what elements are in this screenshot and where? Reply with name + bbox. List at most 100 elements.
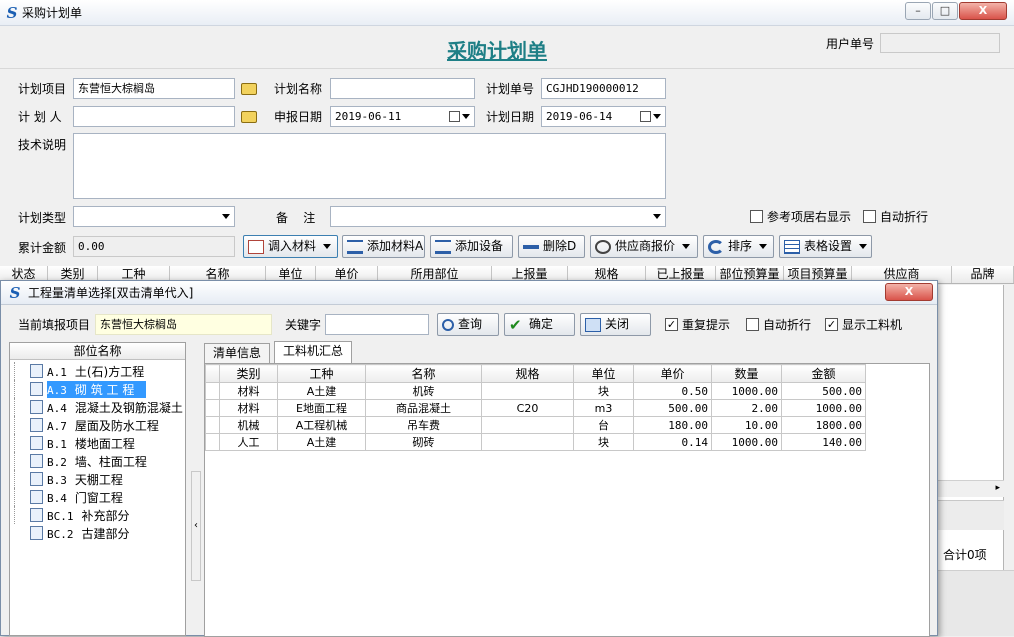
dialog-titlebar[interactable]: S 工程量清单选择[双击清单代入] X (1, 281, 937, 305)
plan-type-select[interactable] (73, 206, 235, 227)
table-settings-label: 表格设置 (804, 239, 853, 253)
query-button[interactable]: 查询 (437, 313, 499, 336)
add-material-button[interactable]: 添加材料A (342, 235, 425, 258)
supplier-quote-label: 供应商报价 (615, 239, 676, 253)
chevron-down-icon[interactable] (653, 214, 661, 219)
tree-item[interactable]: B.4 门窗工程 (14, 488, 185, 506)
window-titlebar[interactable]: S 采购计划单 – □ X (0, 0, 1014, 26)
main-auto-wrap-checkbox[interactable] (863, 210, 876, 223)
plan-name-field[interactable] (330, 78, 475, 99)
pick-planner-icon[interactable] (241, 111, 257, 123)
main-col-brand[interactable]: 品牌 (952, 266, 1014, 283)
plan-date-field[interactable]: 2019-06-14 (541, 106, 666, 127)
right-footer-band (938, 500, 1004, 530)
calendar-icon[interactable] (449, 111, 460, 122)
chevron-down-icon[interactable] (462, 114, 470, 119)
tree-item[interactable]: BC.1 补充部分 (14, 506, 185, 524)
col-trade[interactable]: 工种 (277, 364, 366, 383)
scroll-right-icon[interactable]: ▸ (995, 483, 1000, 493)
add-equipment-button[interactable]: 添加设备 (430, 235, 513, 258)
plan-date-label: 计划日期 (486, 110, 535, 124)
col-spec[interactable]: 规格 (481, 364, 574, 383)
tree-item-code: B.1 (47, 437, 67, 451)
delete-button[interactable]: 删除D (518, 235, 585, 258)
dialog-auto-wrap-checkbox[interactable] (746, 318, 759, 331)
table-row[interactable]: 机械 A工程机械 吊车费 台 180.00 10.00 1800.00 (205, 416, 866, 434)
tree-item[interactable]: B.3 天棚工程 (14, 470, 185, 488)
import-material-label: 调入材料 (268, 239, 317, 253)
tree-item[interactable]: A.1 土(石)方工程 (14, 362, 185, 380)
plan-project-field[interactable]: 东营恒大棕榈岛 (73, 78, 235, 99)
show-material-checkbox[interactable]: ✓ (825, 318, 838, 331)
dialog-close-text-button[interactable]: 关闭 (580, 313, 651, 336)
document-icon (30, 436, 43, 450)
close-button[interactable]: X (959, 2, 1007, 20)
table-settings-button[interactable]: 表格设置 (779, 235, 872, 258)
keyword-input[interactable] (325, 314, 429, 335)
table-row[interactable]: 材料 E地面工程 商品混凝土 C20 m3 500.00 2.00 1000.0… (205, 399, 866, 417)
calendar-icon[interactable] (640, 111, 651, 122)
col-category[interactable]: 类别 (219, 364, 278, 383)
cell-qty: 2.00 (711, 399, 782, 417)
repeat-hint-checkbox[interactable]: ✓ (665, 318, 678, 331)
tree-item[interactable]: BC.2 古建部分 (14, 524, 185, 542)
tree-line (14, 488, 30, 506)
tree-item[interactable]: B.1 楼地面工程 (14, 434, 185, 452)
part-tree-panel[interactable]: 部位名称 A.1 土(石)方工程 A.3 砌 筑 工 程 A.4 混凝土及钢筋混凝土 … (9, 342, 186, 636)
supplier-quote-button[interactable]: 供应商报价 (590, 235, 698, 258)
chevron-down-icon[interactable] (222, 214, 230, 219)
chevron-down-icon[interactable] (653, 114, 661, 119)
collapse-left-icon[interactable]: ‹ (194, 520, 198, 531)
document-icon (30, 472, 43, 486)
sort-button[interactable]: 排序 (703, 235, 774, 258)
boq-selection-dialog[interactable]: S 工程量清单选择[双击清单代入] X 当前填报项目 东营恒大棕榈岛 关键字 查… (0, 280, 938, 637)
tree-item[interactable]: A.7 屋面及防水工程 (14, 416, 185, 434)
tree-item-selected[interactable]: A.3 砌 筑 工 程 (14, 380, 185, 398)
row-indicator (205, 382, 220, 400)
ref-right-checkbox[interactable] (750, 210, 763, 223)
dialog-auto-wrap-label: 自动折行 (763, 318, 812, 332)
material-table-panel[interactable]: 类别 工种 名称 规格 单位 单价 数量 金额 材料 A土建 机砖 块 0.50… (204, 363, 930, 637)
remark-select[interactable] (330, 206, 666, 227)
tree-item[interactable]: B.2 墙、柱面工程 (14, 452, 185, 470)
report-date-field[interactable]: 2019-06-11 (330, 106, 475, 127)
minus-icon (523, 244, 539, 249)
col-price[interactable]: 单价 (633, 364, 712, 383)
tree-item-code: B.4 (47, 491, 67, 505)
user-no-field[interactable] (880, 33, 1000, 53)
cell-trade: A土建 (277, 382, 366, 400)
tab-material-summary[interactable]: 工料机汇总 (274, 341, 353, 363)
splitter-handle[interactable]: ‹ (191, 471, 201, 581)
list-add-icon (435, 239, 451, 254)
col-qty[interactable]: 数量 (711, 364, 782, 383)
tree-item-name: 古建部分 (81, 526, 130, 541)
cell-qty: 1000.00 (711, 382, 782, 400)
main-grid-hscroll[interactable]: ▸ (938, 480, 1004, 497)
confirm-label: 确定 (529, 317, 554, 331)
tree-line (14, 416, 30, 434)
tree-item-code: A.7 (47, 419, 67, 433)
dialog-close-button[interactable]: X (885, 283, 933, 301)
planner-field[interactable] (73, 106, 235, 127)
table-row[interactable]: 人工 A土建 砌砖 块 0.14 1000.00 140.00 (205, 433, 866, 451)
pick-project-icon[interactable] (241, 83, 257, 95)
col-amount[interactable]: 金额 (781, 364, 866, 383)
maximize-button[interactable]: □ (932, 2, 958, 20)
tree-item[interactable]: A.4 混凝土及钢筋混凝土 (14, 398, 185, 416)
table-row[interactable]: 材料 A土建 机砖 块 0.50 1000.00 500.00 (205, 382, 866, 400)
tree-line (14, 452, 30, 470)
col-unit[interactable]: 单位 (573, 364, 634, 383)
import-material-button[interactable]: 调入材料 (243, 235, 338, 258)
check-icon: ✔ (509, 315, 522, 334)
splitter-track[interactable] (191, 342, 201, 468)
chevron-down-icon (859, 244, 868, 249)
cell-amount: 500.00 (781, 382, 866, 400)
confirm-button[interactable]: ✔ 确定 (504, 313, 575, 336)
col-name[interactable]: 名称 (365, 364, 482, 383)
tab-boq-info[interactable]: 清单信息 (204, 343, 271, 363)
cell-price: 180.00 (633, 416, 712, 434)
plan-no-field[interactable]: CGJHD190000012 (541, 78, 666, 99)
minimize-button[interactable]: – (905, 2, 931, 20)
tech-desc-textarea[interactable] (73, 133, 666, 199)
keyword-label: 关键字 (285, 318, 322, 332)
